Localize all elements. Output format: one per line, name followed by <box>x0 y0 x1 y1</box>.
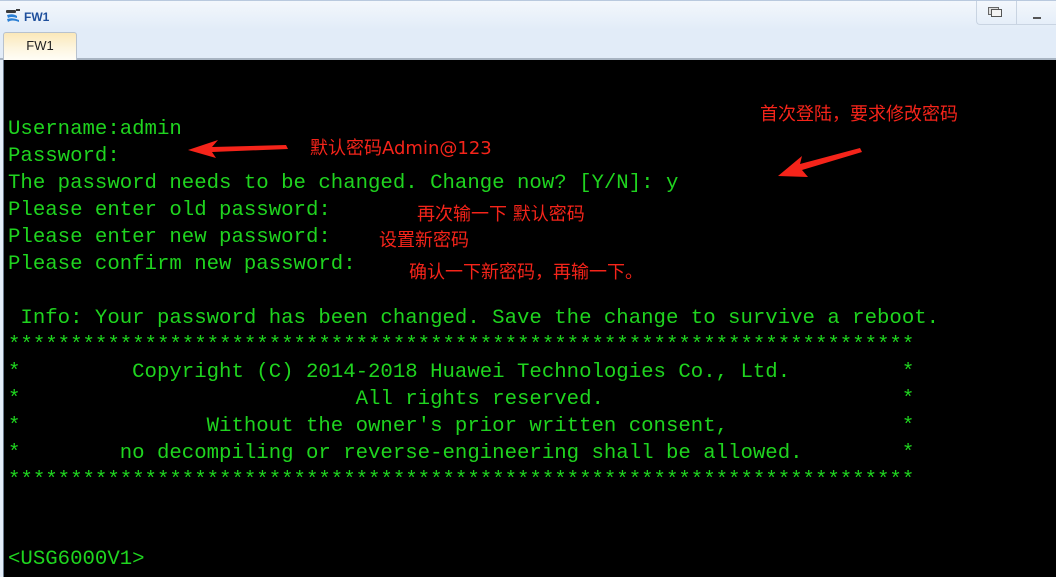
banner-border-line: ****************************************… <box>8 469 915 492</box>
tab-bar: FW1 <box>0 30 1056 60</box>
copyright-line: * Copyright (C) 2014-2018 Huawei Technol… <box>8 361 915 384</box>
minimize-button[interactable] <box>1016 1 1056 25</box>
tab-fw1[interactable]: FW1 <box>3 32 77 60</box>
banner-border-line: ****************************************… <box>8 334 915 357</box>
annotation-set-new: 设置新密码 <box>379 230 469 251</box>
terminal-line: Please enter new password: <box>8 226 331 249</box>
restore-icon <box>988 7 1002 17</box>
info-message-line: Info: Your password has been changed. Sa… <box>8 307 940 330</box>
window-title: FW1 <box>24 10 50 24</box>
title-bar[interactable]: FW1 <box>0 0 1056 30</box>
window-controls <box>976 1 1056 25</box>
annotation-default-password: 默认密码Admin@123 <box>310 138 492 159</box>
terminal-console[interactable]: Username:admin Password: The password ne… <box>3 60 1056 577</box>
restore-button[interactable] <box>976 1 1016 25</box>
banner-line: * All rights reserved. * <box>8 388 915 411</box>
banner-line: * no decompiling or reverse-engineering … <box>8 442 915 465</box>
annotation-confirm-new: 确认一下新密码，再输一下。 <box>409 262 643 283</box>
terminal-line: Please confirm new password: <box>8 253 356 276</box>
network-device-icon <box>6 9 20 22</box>
terminal-window: FW1 FW1 Username:admin Password: The pas… <box>0 0 1056 577</box>
terminal-line: The password needs to be changed. Change… <box>8 172 679 195</box>
terminal-line: Username:admin <box>8 118 182 141</box>
annotation-first-login: 首次登陆，要求修改密码 <box>760 104 958 125</box>
minimize-icon <box>1033 17 1041 19</box>
terminal-line: Password: <box>8 145 120 168</box>
terminal-line: Please enter old password: <box>8 199 331 222</box>
annotation-arrow-icon <box>188 140 288 158</box>
annotation-reenter-default: 再次输一下 默认密码 <box>417 204 585 225</box>
banner-line: * Without the owner's prior written cons… <box>8 415 915 438</box>
annotation-arrow-icon <box>778 148 862 177</box>
command-prompt[interactable]: <USG6000V1> <box>8 546 145 573</box>
